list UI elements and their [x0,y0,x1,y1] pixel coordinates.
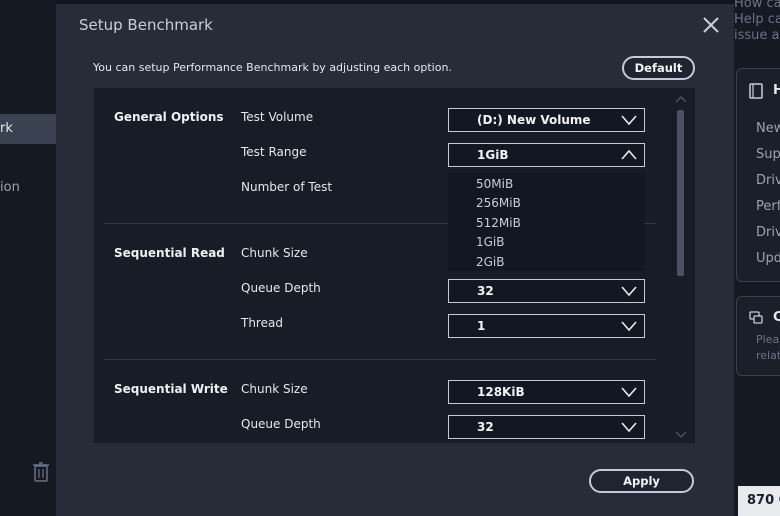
write-chunk-size-label: Chunk Size [241,382,308,396]
chat-panel-text: relat [756,349,780,362]
chat-icon [749,311,763,324]
read-thread-label: Thread [241,316,283,330]
write-queue-depth-value: 32 [477,420,494,434]
help-link[interactable]: New [756,121,780,136]
dialog-description: You can setup Performance Benchmark by a… [93,61,452,74]
help-link[interactable]: Driv [756,225,780,240]
chat-panel-text: Pleas [756,333,780,346]
chevron-down-icon [621,115,637,126]
sidebar-item-active[interactable]: rk [0,114,56,144]
scrollbar-thumb[interactable] [677,110,684,276]
help-note-line: issue an [734,28,780,43]
help-link[interactable]: Driv [756,173,780,188]
help-note: How ca Help ca issue an [734,0,780,44]
help-note-line: Help ca [734,12,780,27]
scroll-down-icon[interactable] [674,430,688,440]
write-chunk-size-select[interactable]: 128KiB [448,380,645,404]
test-volume-select[interactable]: (D:) New Volume [448,108,645,132]
dialog-title: Setup Benchmark [79,16,213,34]
chat-panel-title: Cl [773,310,780,325]
section-divider [104,359,656,360]
test-range-option[interactable]: 2GiB [476,255,505,269]
help-note-line: How ca [734,0,780,11]
section-sequential-read: Sequential Read [114,246,225,260]
benchmark-score: 870 C [738,486,780,516]
chevron-down-icon [621,422,637,433]
read-chunk-size-label: Chunk Size [241,246,308,260]
section-sequential-write: Sequential Write [114,382,228,396]
chat-panel: Cl Pleas relat [736,296,780,376]
chevron-up-icon [621,149,637,160]
write-chunk-size-value: 128KiB [477,385,525,399]
book-icon [749,83,763,99]
read-queue-depth-value: 32 [477,284,494,298]
trash-icon[interactable] [33,462,49,482]
setup-benchmark-dialog: Setup Benchmark You can setup Performanc… [56,4,734,516]
section-general-options: General Options [114,110,224,124]
default-button[interactable]: Default [622,56,695,80]
help-panel: He New Supp Driv Perf Driv Upd [736,68,780,282]
help-panel-title: He [773,83,780,98]
scroll-up-icon[interactable] [674,94,688,104]
test-range-value: 1GiB [477,148,509,162]
number-of-test-label: Number of Test [241,180,333,194]
test-range-dropdown: 50MiB 256MiB 512MiB 1GiB 2GiB [448,173,645,271]
test-range-option[interactable]: 512MiB [476,216,521,230]
write-queue-depth-label: Queue Depth [241,417,321,431]
read-thread-select[interactable]: 1 [448,314,645,338]
test-range-option[interactable]: 1GiB [476,235,505,249]
left-sidebar: rk ion [0,0,56,516]
chevron-down-icon [621,321,637,332]
test-range-option[interactable]: 256MiB [476,196,521,210]
read-queue-depth-select[interactable]: 32 [448,279,645,303]
write-queue-depth-select[interactable]: 32 [448,415,645,439]
help-link[interactable]: Perf [756,199,780,214]
chevron-down-icon [621,387,637,398]
test-range-option[interactable]: 50MiB [476,177,513,191]
test-volume-label: Test Volume [241,110,314,124]
help-link[interactable]: Upd [756,251,780,266]
apply-button[interactable]: Apply [589,469,694,493]
test-range-select[interactable]: 1GiB [448,143,645,167]
close-icon[interactable] [701,15,721,35]
chevron-down-icon [621,286,637,297]
read-queue-depth-label: Queue Depth [241,281,321,295]
sidebar-item[interactable]: ion [0,180,56,195]
options-panel: General Options Test Volume (D:) New Vol… [94,88,695,443]
test-volume-value: (D:) New Volume [477,113,591,127]
test-range-label: Test Range [241,145,307,159]
help-link[interactable]: Supp [756,147,780,162]
read-thread-value: 1 [477,319,486,333]
